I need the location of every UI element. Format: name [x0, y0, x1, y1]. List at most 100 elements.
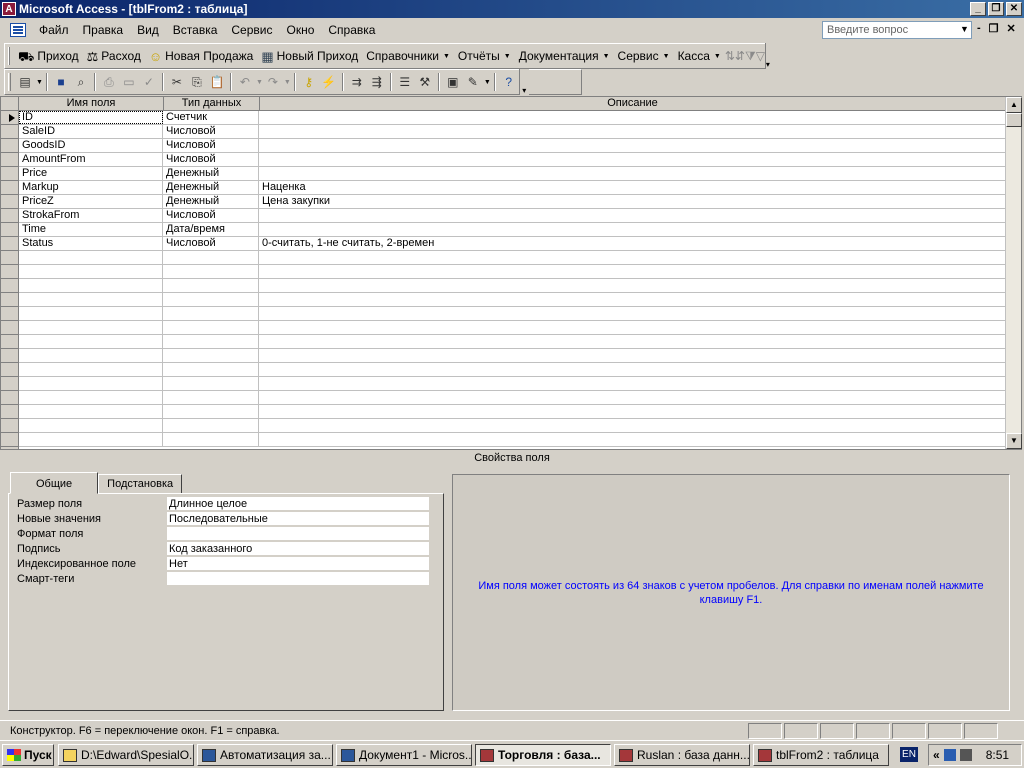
scroll-down-icon[interactable]: ▼: [1006, 433, 1022, 449]
print-icon[interactable]: ⎙: [99, 72, 119, 92]
task-word-automation[interactable]: Автоматизация за...: [197, 744, 333, 766]
language-indicator[interactable]: EN: [900, 747, 918, 762]
spelling-icon[interactable]: ✓: [139, 72, 159, 92]
field-name-cell[interactable]: AmountFrom: [19, 153, 163, 166]
menu-file[interactable]: Файл: [32, 21, 76, 39]
table-row[interactable]: [19, 349, 1005, 363]
undo-icon[interactable]: ↶: [235, 72, 255, 92]
table-row[interactable]: [19, 251, 1005, 265]
table-row[interactable]: [19, 335, 1005, 349]
field-name-cell[interactable]: GoodsID: [19, 139, 163, 152]
task-explorer[interactable]: D:\Edward\SpesialO...: [58, 744, 194, 766]
row-selector[interactable]: [1, 223, 18, 237]
description-cell[interactable]: [259, 279, 1004, 292]
data-type-cell[interactable]: Числовой: [163, 237, 259, 250]
description-cell[interactable]: Наценка: [259, 181, 1004, 194]
new-object-icon[interactable]: ✎: [463, 72, 483, 92]
search-icon[interactable]: ⌕: [71, 72, 91, 92]
data-type-cell[interactable]: Числовой: [163, 209, 259, 222]
data-type-cell[interactable]: Числовой: [163, 153, 259, 166]
tray-expand-icon[interactable]: «: [933, 748, 940, 762]
property-value-field[interactable]: [167, 572, 429, 586]
description-cell[interactable]: [259, 419, 1004, 432]
data-type-cell[interactable]: [163, 377, 259, 390]
dokumentaciya-menu[interactable]: Документация ▼: [515, 45, 614, 67]
data-type-cell[interactable]: [163, 363, 259, 376]
data-type-cell[interactable]: [163, 279, 259, 292]
row-selector[interactable]: [1, 363, 18, 377]
caret-down-icon[interactable]: ▼: [484, 79, 491, 86]
data-type-cell[interactable]: [163, 349, 259, 362]
spravochniki-menu[interactable]: Справочники ▼: [362, 45, 454, 67]
description-cell[interactable]: [259, 349, 1004, 362]
data-type-cell[interactable]: Денежный: [163, 181, 259, 194]
filter-icon[interactable]: ▽: [756, 46, 765, 66]
table-document-icon[interactable]: [10, 23, 26, 37]
toolbar-grip[interactable]: [8, 73, 11, 91]
field-name-cell[interactable]: [19, 419, 163, 432]
field-name-cell[interactable]: PriceZ: [19, 195, 163, 208]
row-selector[interactable]: [1, 181, 18, 195]
current-row-indicator[interactable]: [1, 111, 18, 125]
description-cell[interactable]: [259, 265, 1004, 278]
data-type-cell[interactable]: [163, 391, 259, 404]
field-name-cell[interactable]: [19, 335, 163, 348]
property-value-field[interactable]: Последовательные: [167, 512, 429, 526]
data-type-cell[interactable]: [163, 265, 259, 278]
menu-edit[interactable]: Правка: [76, 21, 131, 39]
description-cell[interactable]: [259, 125, 1004, 138]
redo-icon[interactable]: ↷: [263, 72, 283, 92]
delete-rows-icon[interactable]: ⇶: [367, 72, 387, 92]
field-name-cell[interactable]: [19, 391, 163, 404]
new-sale-button[interactable]: ☺ Новая Продажа: [145, 45, 257, 67]
field-name-cell[interactable]: [19, 251, 163, 264]
field-name-cell[interactable]: [19, 307, 163, 320]
field-name-cell[interactable]: [19, 433, 163, 446]
menu-tools[interactable]: Сервис: [224, 21, 279, 39]
monitor-icon[interactable]: [959, 749, 972, 761]
table-row[interactable]: [19, 433, 1005, 447]
row-selector[interactable]: [1, 265, 18, 279]
property-value-field[interactable]: Код заказанного: [167, 542, 429, 556]
row-selector[interactable]: [1, 195, 18, 209]
description-cell[interactable]: [259, 293, 1004, 306]
table-row[interactable]: AmountFrom Числовой: [19, 153, 1005, 167]
data-type-cell[interactable]: [163, 419, 259, 432]
table-row[interactable]: Status Числовой 0-считать, 1-не считать, 2…: [19, 237, 1005, 251]
network-icon[interactable]: [943, 749, 956, 761]
row-selector[interactable]: [1, 279, 18, 293]
filter-by-selection-icon[interactable]: ⧩: [745, 46, 756, 66]
toolbar-options-icon[interactable]: ▾: [764, 43, 770, 69]
row-selector[interactable]: [1, 125, 18, 139]
description-cell[interactable]: [259, 391, 1004, 404]
field-name-cell[interactable]: SaleID: [19, 125, 163, 138]
property-value-field[interactable]: Нет: [167, 557, 429, 571]
row-selector[interactable]: [1, 167, 18, 181]
table-row[interactable]: [19, 391, 1005, 405]
description-cell[interactable]: [259, 335, 1004, 348]
new-prihod-button[interactable]: ▦ Новый Приход: [257, 45, 362, 67]
sort-ascending-icon[interactable]: ⇅: [725, 46, 735, 66]
data-type-cell[interactable]: [163, 321, 259, 334]
field-name-cell[interactable]: Time: [19, 223, 163, 236]
tab-lookup[interactable]: Подстановка: [98, 474, 183, 494]
table-row[interactable]: [19, 419, 1005, 433]
table-row[interactable]: [19, 265, 1005, 279]
row-selector[interactable]: [1, 251, 18, 265]
print-preview-icon[interactable]: ▭: [119, 72, 139, 92]
field-name-cell[interactable]: [19, 265, 163, 278]
description-cell[interactable]: [259, 209, 1004, 222]
table-row[interactable]: GoodsID Числовой: [19, 139, 1005, 153]
row-selector[interactable]: [1, 139, 18, 153]
row-selector[interactable]: [1, 405, 18, 419]
field-name-cell[interactable]: Markup: [19, 181, 163, 194]
kassa-menu[interactable]: Касса ▼: [674, 45, 725, 67]
description-cell[interactable]: [259, 307, 1004, 320]
table-row[interactable]: Markup Денежный Наценка: [19, 181, 1005, 195]
data-type-cell[interactable]: [163, 433, 259, 446]
menu-window[interactable]: Окно: [279, 21, 321, 39]
sort-descending-icon[interactable]: ⇵: [735, 46, 745, 66]
description-cell[interactable]: [259, 139, 1004, 152]
description-cell[interactable]: [259, 167, 1004, 180]
field-name-cell[interactable]: [19, 363, 163, 376]
